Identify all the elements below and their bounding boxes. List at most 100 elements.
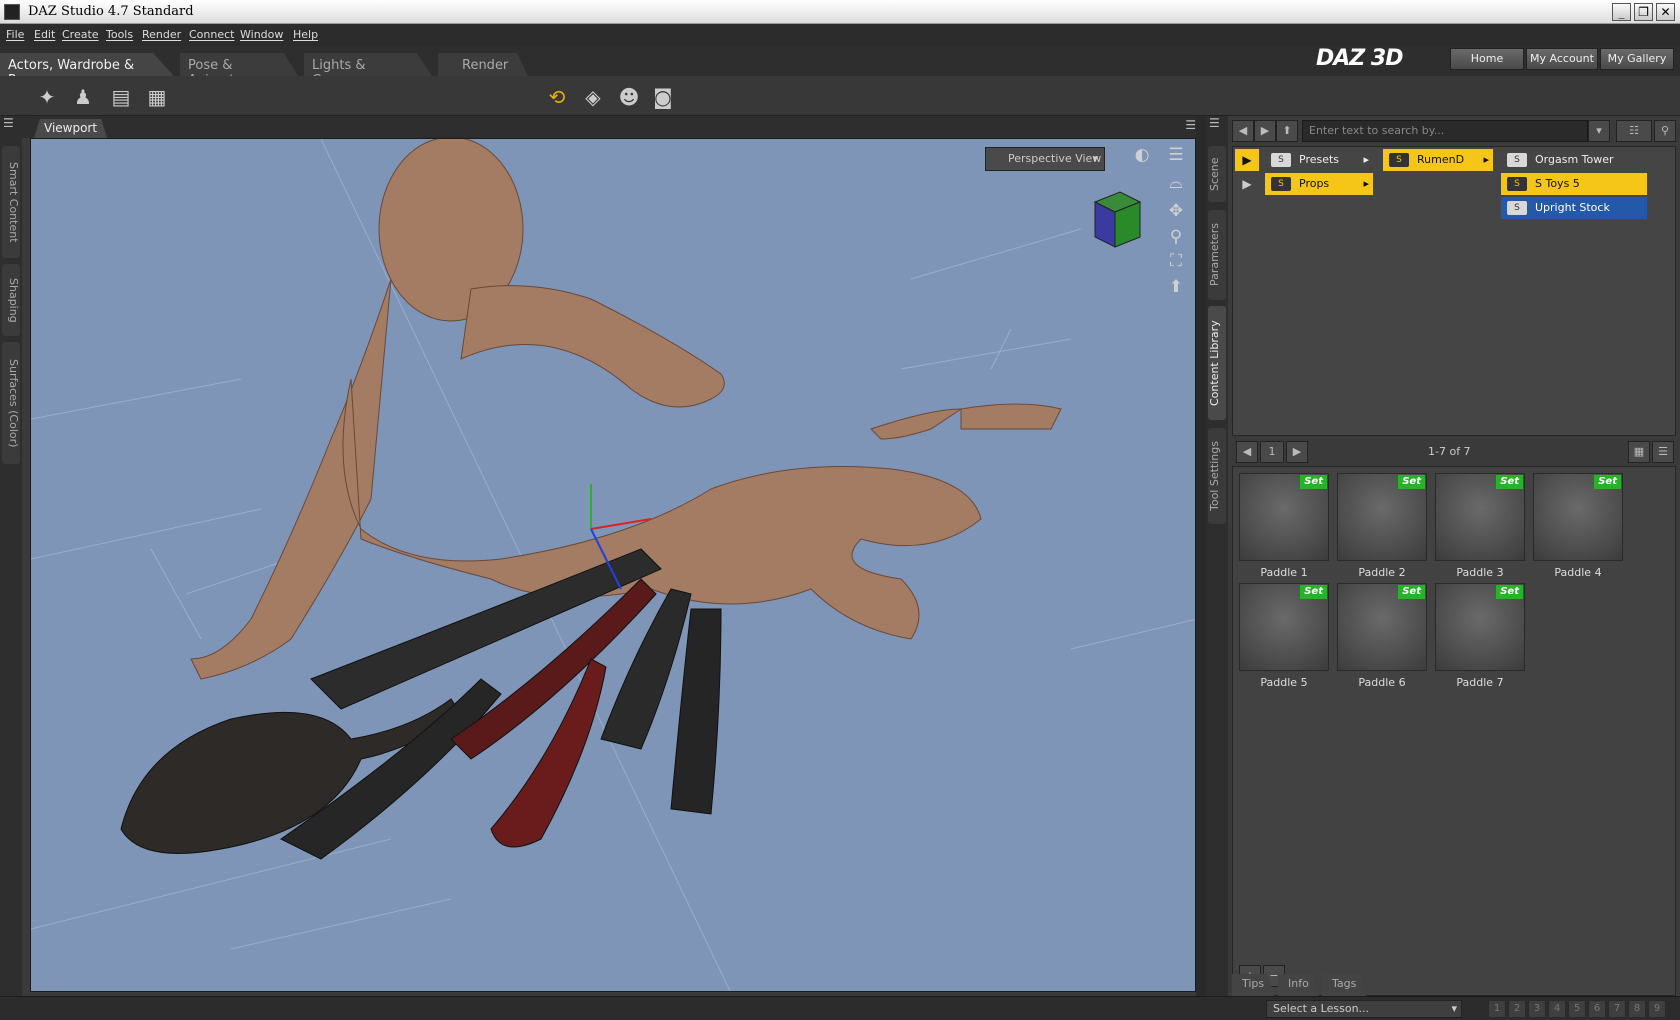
menu-create[interactable]: Create xyxy=(62,28,99,41)
tab-tags[interactable]: Tags xyxy=(1322,974,1367,996)
my-account-button[interactable]: My Account xyxy=(1526,48,1598,70)
tab-viewport[interactable]: Viewport xyxy=(34,119,108,138)
my-gallery-button[interactable]: My Gallery xyxy=(1600,48,1674,70)
tab-scene[interactable]: Scene xyxy=(1208,146,1226,202)
content-item-paddle-5[interactable]: Set Paddle 5 xyxy=(1239,583,1329,693)
draw-style-icon[interactable]: ◐ xyxy=(1129,145,1155,169)
chevron-right-icon: ▸ xyxy=(1363,153,1369,166)
lesson-page-5[interactable]: 5 xyxy=(1568,1000,1586,1018)
view-cube[interactable] xyxy=(1085,187,1145,257)
lesson-page-4[interactable]: 4 xyxy=(1548,1000,1566,1018)
pane-menu-icon[interactable]: ☰ xyxy=(3,116,14,130)
folder-props[interactable]: S Props ▸ xyxy=(1265,173,1373,195)
lesson-page-8[interactable]: 8 xyxy=(1628,1000,1646,1018)
search-icon[interactable]: ⚲ xyxy=(1654,120,1676,142)
prev-page-icon[interactable]: ◀ xyxy=(1236,441,1258,463)
set-badge: Set xyxy=(1398,585,1425,599)
viewport-3d[interactable]: Perspective View ▾ ◐ ☰ ⌓ ✥ ⚲ ⛶ ⬆ xyxy=(30,138,1196,992)
chevron-down-icon: ▾ xyxy=(1092,152,1098,165)
merge-scene-icon[interactable]: ▦ xyxy=(144,84,170,110)
pan-icon[interactable]: ✥ xyxy=(1163,201,1189,225)
tab-pose-animate[interactable]: Pose & Animate xyxy=(180,53,298,76)
figure-group-icon[interactable]: ♟ xyxy=(70,84,96,110)
orbit-icon[interactable]: ⌓ xyxy=(1163,173,1189,197)
pane-menu-icon[interactable]: ☰ xyxy=(1209,116,1220,130)
pose-tool-icon[interactable]: ☻ xyxy=(616,84,642,110)
menu-connect[interactable]: Connect xyxy=(189,28,234,41)
tab-render[interactable]: Render xyxy=(438,53,528,76)
reset-view-icon[interactable]: ⬆ xyxy=(1163,277,1189,301)
node-select-icon[interactable]: ◈ xyxy=(580,84,606,110)
close-button[interactable]: ✕ xyxy=(1656,3,1675,21)
expand-icon[interactable]: ▶ xyxy=(1235,149,1259,171)
list-view-icon[interactable]: ☰ xyxy=(1652,441,1674,463)
content-item-paddle-4[interactable]: Set Paddle 4 xyxy=(1533,473,1623,583)
pane-splitter[interactable] xyxy=(1196,116,1206,996)
set-badge: Set xyxy=(1398,475,1425,489)
lesson-select-value: Select a Lesson... xyxy=(1273,1002,1370,1015)
tab-smart-content[interactable]: Smart Content xyxy=(2,146,20,258)
main-toolbar: ✦ ♟ ▤ ▦ ⟲ ◈ ☻ ◙ xyxy=(0,76,1680,116)
view-select-value: Perspective View xyxy=(1008,152,1102,165)
item-label: Paddle 6 xyxy=(1358,676,1406,689)
set-badge: Set xyxy=(1496,475,1523,489)
tab-shaping[interactable]: Shaping xyxy=(2,264,20,336)
menu-help[interactable]: Help xyxy=(293,28,318,41)
search-options-icon[interactable]: ▾ xyxy=(1588,120,1610,142)
content-search-input[interactable]: Enter text to search by... xyxy=(1302,120,1588,142)
lesson-page-9[interactable]: 9 xyxy=(1648,1000,1666,1018)
folder-rumend[interactable]: S RumenD ▸ xyxy=(1383,149,1493,171)
folder-orgasm-tower[interactable]: S Orgasm Tower xyxy=(1501,149,1647,171)
tab-tips[interactable]: Tips xyxy=(1232,974,1275,996)
content-item-paddle-3[interactable]: Set Paddle 3 xyxy=(1435,473,1525,583)
menu-window[interactable]: Window xyxy=(240,28,283,41)
expand-icon[interactable]: ▶ xyxy=(1235,173,1259,195)
menu-render[interactable]: Render xyxy=(142,28,181,41)
content-item-paddle-6[interactable]: Set Paddle 6 xyxy=(1337,583,1427,693)
folder-presets[interactable]: S Presets ▸ xyxy=(1265,149,1373,171)
tab-lights-cameras[interactable]: Lights & Cameras xyxy=(304,53,432,76)
folder-label: Presets xyxy=(1299,153,1340,166)
minimize-button[interactable]: _ xyxy=(1612,3,1631,21)
zoom-icon[interactable]: ⚲ xyxy=(1163,227,1189,251)
tab-info[interactable]: Info xyxy=(1278,974,1319,996)
menu-edit[interactable]: Edit xyxy=(34,28,55,41)
grid-view-icon[interactable]: ▦ xyxy=(1628,441,1650,463)
universal-tool-icon[interactable]: ⟲ xyxy=(544,84,570,110)
save-scene-icon[interactable]: ▤ xyxy=(108,84,134,110)
content-item-paddle-2[interactable]: Set Paddle 2 xyxy=(1337,473,1427,583)
home-button[interactable]: Home xyxy=(1450,48,1524,70)
lesson-page-2[interactable]: 2 xyxy=(1508,1000,1526,1018)
render-camera-icon[interactable]: ◙ xyxy=(650,84,676,110)
lesson-page-1[interactable]: 1 xyxy=(1488,1000,1506,1018)
restore-button[interactable]: ❐ xyxy=(1634,3,1653,21)
lesson-page-6[interactable]: 6 xyxy=(1588,1000,1606,1018)
tab-surfaces-color[interactable]: Surfaces (Color) xyxy=(2,342,20,464)
tab-parameters[interactable]: Parameters xyxy=(1208,210,1226,300)
folder-icon: S xyxy=(1507,201,1527,215)
next-page-icon[interactable]: ▶ xyxy=(1286,441,1308,463)
database-icon[interactable]: ☷ xyxy=(1616,120,1652,142)
folder-s-toys-5[interactable]: S S Toys 5 xyxy=(1501,173,1647,195)
tab-tool-settings[interactable]: Tool Settings xyxy=(1208,428,1226,524)
lesson-page-3[interactable]: 3 xyxy=(1528,1000,1546,1018)
folder-icon: S xyxy=(1389,153,1409,167)
lesson-select[interactable]: Select a Lesson... ▾ xyxy=(1266,1000,1462,1018)
content-item-paddle-1[interactable]: Set Paddle 1 xyxy=(1239,473,1329,583)
frame-icon[interactable]: ⛶ xyxy=(1163,251,1189,275)
content-item-paddle-7[interactable]: Set Paddle 7 xyxy=(1435,583,1525,693)
back-icon[interactable]: ◀ xyxy=(1232,120,1254,142)
viewport-menu-icon[interactable]: ☰ xyxy=(1163,145,1189,169)
tab-actors-wardrobe-props[interactable]: Actors, Wardrobe & Props xyxy=(0,53,174,76)
forward-icon[interactable]: ▶ xyxy=(1254,120,1276,142)
view-select-dropdown[interactable]: Perspective View ▾ xyxy=(985,147,1105,171)
viewport-pane-menu-icon[interactable]: ☰ xyxy=(1185,118,1196,132)
tab-content-library[interactable]: Content Library xyxy=(1208,306,1226,420)
page-number[interactable]: 1 xyxy=(1260,441,1284,463)
up-icon[interactable]: ⬆ xyxy=(1276,120,1298,142)
lesson-page-7[interactable]: 7 xyxy=(1608,1000,1626,1018)
folder-upright-stock[interactable]: S Upright Stock xyxy=(1501,197,1647,219)
menu-file[interactable]: File xyxy=(6,28,24,41)
load-figure-icon[interactable]: ✦ xyxy=(34,84,60,110)
menu-tools[interactable]: Tools xyxy=(106,28,133,41)
